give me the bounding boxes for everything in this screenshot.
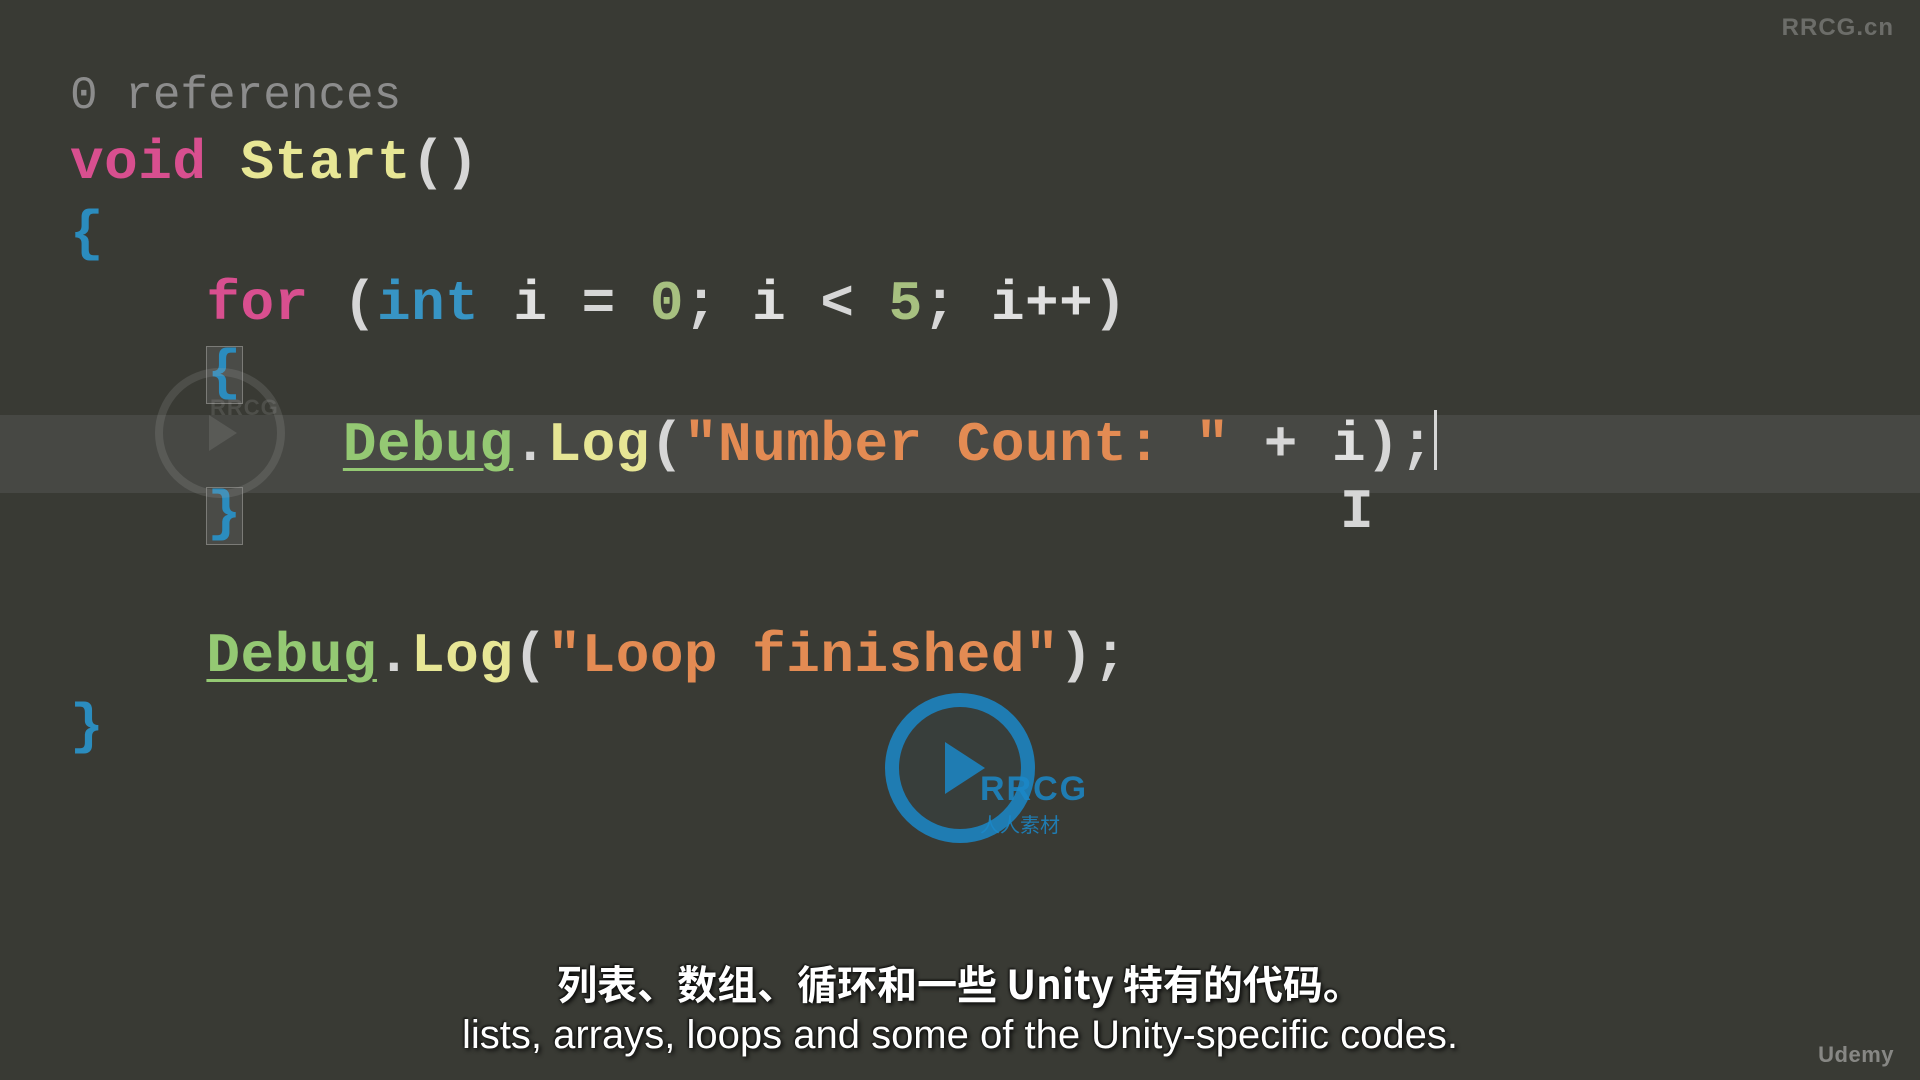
- identifier-i: i: [513, 272, 547, 336]
- subtitle-area: 列表、数组、循环和一些 Unity 特有的代码。 lists, arrays, …: [0, 953, 1920, 1058]
- string-number-count: "Number Count: ": [684, 413, 1230, 477]
- dot: .: [377, 624, 411, 688]
- identifier-increment: i++: [991, 272, 1093, 336]
- watermark-bottom-right: Udemy: [1818, 1042, 1894, 1068]
- code-line: for (int i = 0; i < 5; i++): [0, 269, 1920, 340]
- identifier-i: i: [752, 272, 786, 336]
- operator-plus: +: [1264, 413, 1298, 477]
- play-arrow-icon: [945, 742, 985, 794]
- operator-assign: =: [582, 272, 616, 336]
- code-line: Debug.Log("Loop finished");: [0, 621, 1920, 692]
- code-line: {: [0, 340, 1920, 411]
- paren-open: (: [411, 131, 445, 195]
- keyword-for: for: [206, 272, 308, 336]
- code-line: void Start(): [0, 128, 1920, 199]
- method-log: Log: [411, 624, 513, 688]
- paren-open: (: [650, 413, 684, 477]
- code-line: {: [0, 199, 1920, 270]
- semicolon: ;: [1093, 624, 1127, 688]
- paren-close: ): [1366, 413, 1400, 477]
- text-caret: [1434, 410, 1437, 470]
- paren-close: ): [1093, 272, 1127, 336]
- number-five: 5: [889, 272, 923, 336]
- class-debug: Debug: [206, 624, 377, 688]
- watermark-center-small: 人人素材: [980, 809, 1088, 838]
- paren-open: (: [513, 624, 547, 688]
- method-log: Log: [547, 413, 649, 477]
- semicolon: ;: [923, 272, 957, 336]
- identifier-i: i: [1332, 413, 1366, 477]
- keyword-int: int: [377, 272, 479, 336]
- keyword-void: void: [70, 131, 206, 195]
- watermark-top-right: RRCG.cn: [1782, 14, 1894, 42]
- semicolon: ;: [1400, 413, 1434, 477]
- watermark-center-big: RRCG: [980, 770, 1088, 809]
- code-line: }: [0, 481, 1920, 552]
- code-line-current[interactable]: Debug.Log("Number Count: " + i);: [0, 410, 1920, 481]
- watermark-faint-text: RRCG: [210, 395, 279, 421]
- paren-close: ): [445, 131, 479, 195]
- dot: .: [513, 413, 547, 477]
- blank-line: [0, 551, 1920, 621]
- string-loop-finished: "Loop finished": [548, 624, 1060, 688]
- paren-close: ): [1059, 624, 1093, 688]
- class-debug: Debug: [343, 413, 514, 477]
- semicolon: ;: [684, 272, 718, 336]
- subtitle-chinese: 列表、数组、循环和一些 Unity 特有的代码。: [0, 953, 1920, 1011]
- operator-lt: <: [820, 272, 854, 336]
- number-zero: 0: [650, 272, 684, 336]
- mouse-ibeam-icon: I: [1340, 480, 1374, 544]
- codelens-references[interactable]: 0 references: [0, 70, 1920, 122]
- subtitle-english: lists, arrays, loops and some of the Uni…: [0, 1013, 1920, 1058]
- function-name-start: Start: [241, 131, 412, 195]
- watermark-center-text: RRCG 人人素材: [980, 770, 1088, 838]
- watermark-faint-circle-icon: [155, 368, 285, 498]
- brace-open: {: [70, 202, 104, 266]
- paren-open: (: [343, 272, 377, 336]
- brace-close: }: [70, 695, 104, 759]
- code-editor: 0 references void Start() { for (int i =…: [0, 0, 1920, 1080]
